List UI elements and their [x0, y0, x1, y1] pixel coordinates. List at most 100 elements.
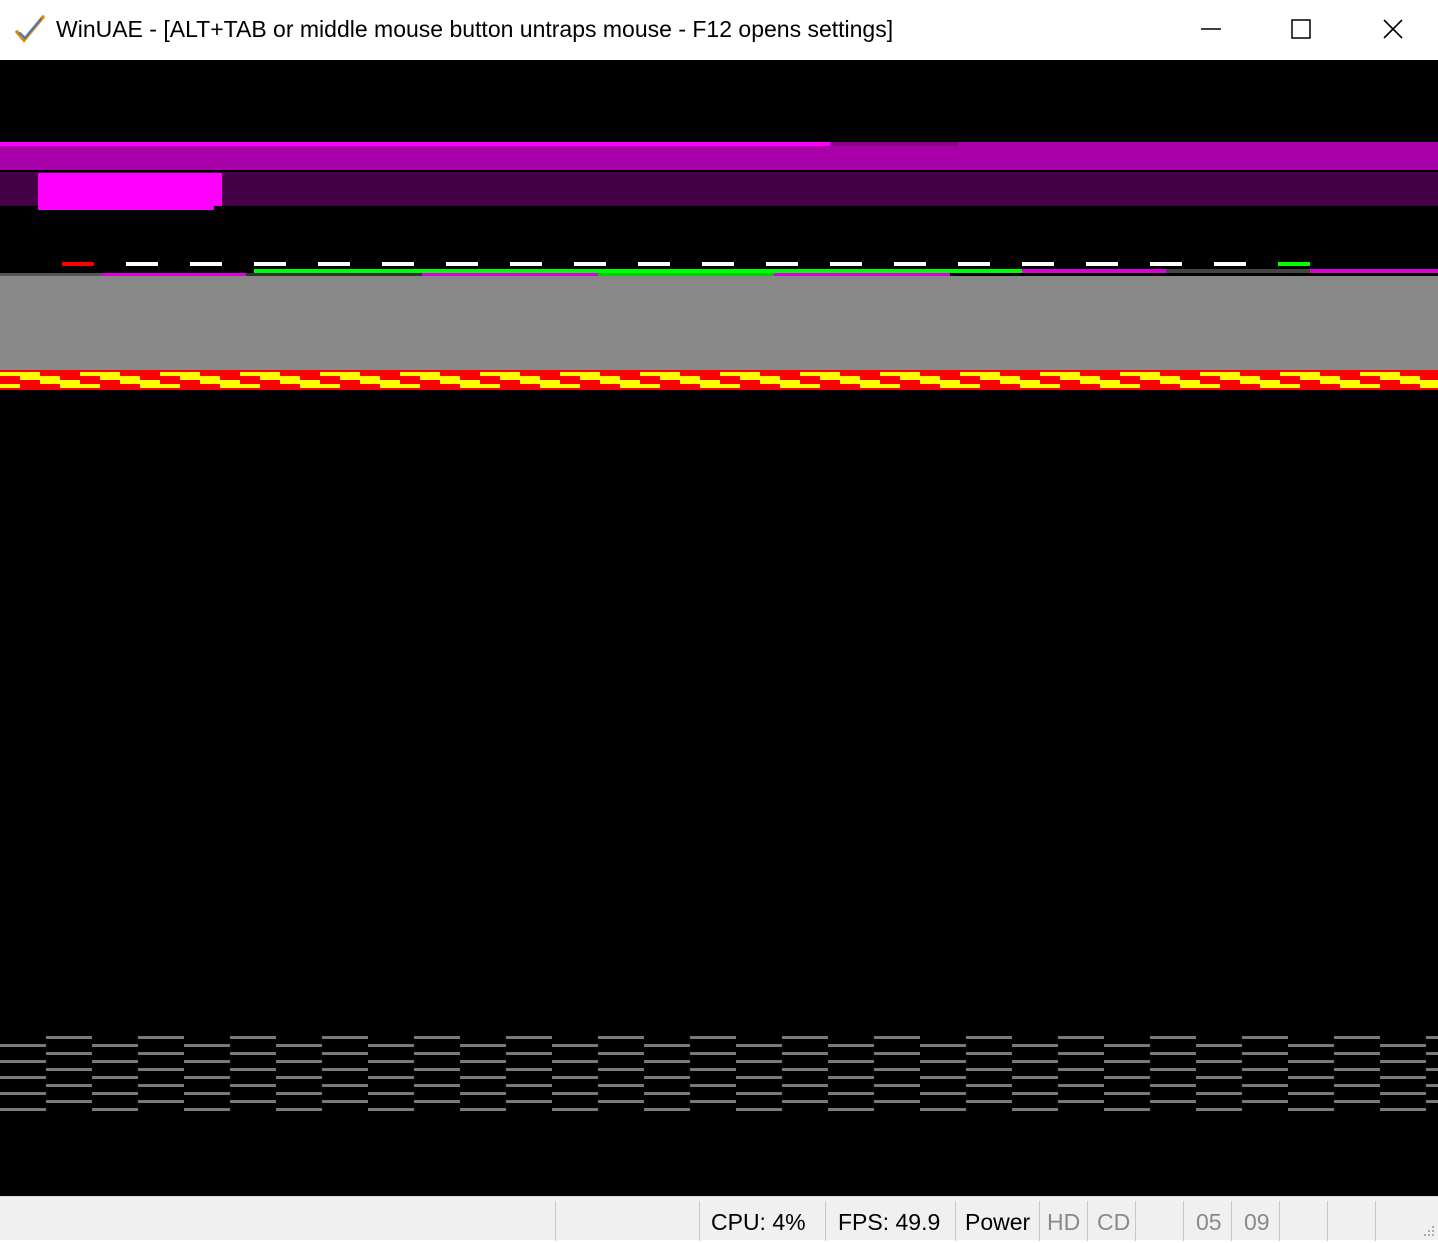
ground-line [966, 1036, 1012, 1039]
ground-line [184, 1044, 230, 1047]
kerb-stripe [1320, 380, 1360, 384]
minimize-icon [1201, 28, 1221, 30]
ground-line [966, 1068, 1012, 1071]
kerb-stripe [300, 384, 340, 388]
lane-marker [1150, 262, 1182, 266]
ground-line [1012, 1108, 1058, 1111]
lane-marker [830, 262, 862, 266]
ground-line [1242, 1036, 1288, 1039]
status-bar: CPU: 4% FPS: 49.9 Power HD CD 05 09 [0, 1196, 1438, 1241]
title-bar[interactable]: WinUAE - [ALT+TAB or middle mouse button… [0, 0, 1438, 60]
resize-grip-icon[interactable] [1420, 1222, 1436, 1238]
kerb-stripe [620, 384, 660, 388]
ground-line [184, 1060, 230, 1063]
ground-line [368, 1108, 414, 1111]
kerb-stripe [1000, 380, 1040, 384]
ground-line [0, 1092, 46, 1095]
ground-line [368, 1060, 414, 1063]
kerb-stripe [440, 380, 480, 384]
ground-line [828, 1060, 874, 1063]
ground-line [46, 1068, 92, 1071]
ground-line [598, 1084, 644, 1087]
ground-line [552, 1076, 598, 1079]
ground-line [230, 1068, 276, 1071]
ground-line [1012, 1092, 1058, 1095]
ground-line [0, 1060, 46, 1063]
kerb-stripe [400, 372, 440, 376]
lane-marker [894, 262, 926, 266]
kerb-stripe [260, 376, 300, 380]
kerb-stripe [20, 376, 60, 380]
road-edge-gray-3 [1166, 269, 1310, 273]
kerb-stripe [700, 384, 740, 388]
kerb-stripe [1280, 372, 1320, 376]
lane-marker [574, 262, 606, 266]
emulator-display[interactable] [0, 60, 1438, 1196]
drive-df1-status: 09 [1231, 1201, 1279, 1241]
kerb-stripe [1300, 376, 1340, 380]
ground-line [322, 1036, 368, 1039]
ground-line [736, 1092, 782, 1095]
lane-marker [1278, 262, 1310, 266]
ground-line [0, 1076, 46, 1079]
ground-line [828, 1076, 874, 1079]
ground-line [506, 1052, 552, 1055]
kerb-stripe [1400, 380, 1438, 384]
maximize-button[interactable] [1256, 0, 1346, 58]
close-button[interactable] [1348, 0, 1438, 58]
ground-line [92, 1060, 138, 1063]
ground-line [1288, 1076, 1334, 1079]
kerb-stripe [360, 380, 400, 384]
ground-line [506, 1068, 552, 1071]
ground-line [414, 1052, 460, 1055]
kerb-stripe [1340, 384, 1380, 388]
kerb-stripe [180, 376, 220, 380]
window-title: WinUAE - [ALT+TAB or middle mouse button… [56, 16, 894, 42]
kerb-stripe [460, 384, 500, 388]
ground-line [1058, 1100, 1104, 1103]
ground-line [46, 1100, 92, 1103]
ground-line [782, 1036, 828, 1039]
minimize-button[interactable] [1166, 0, 1256, 58]
lane-marker [702, 262, 734, 266]
lane-marker [318, 262, 350, 266]
lane-marker [510, 262, 542, 266]
kerb-stripe [1240, 380, 1280, 384]
ground-line [1288, 1108, 1334, 1111]
lane-marker [126, 262, 158, 266]
ground-line [138, 1036, 184, 1039]
ground-line [736, 1076, 782, 1079]
kerb-stripe [800, 372, 840, 376]
ground-line [322, 1084, 368, 1087]
lane-marker [62, 262, 94, 266]
drive-df2-status [1279, 1201, 1327, 1241]
kerb-stripe [960, 372, 1000, 376]
kerb-stripe [120, 380, 160, 384]
kerb-stripe [520, 380, 560, 384]
ground-line [230, 1100, 276, 1103]
kerb-stripe [480, 372, 520, 376]
ground-line [690, 1084, 736, 1087]
ground-line [460, 1044, 506, 1047]
ground-line [230, 1052, 276, 1055]
ground-line [1334, 1068, 1380, 1071]
hd-led: HD [1039, 1201, 1087, 1241]
ground-line [1242, 1100, 1288, 1103]
road-surface [0, 276, 1438, 370]
ground-line [1380, 1092, 1426, 1095]
kerb-stripe [780, 384, 820, 388]
horizon-highlight-step [38, 206, 214, 210]
ground-line [0, 1044, 46, 1047]
ground-line [1012, 1044, 1058, 1047]
kerb-stripe [1120, 372, 1160, 376]
ground-line [368, 1044, 414, 1047]
ground-line [460, 1092, 506, 1095]
road-edge-magenta-4 [1022, 269, 1166, 273]
ground-line [1058, 1084, 1104, 1087]
ground-line [1334, 1100, 1380, 1103]
ground-line [598, 1068, 644, 1071]
kerb-stripe [1420, 384, 1438, 388]
kerb-stripe [160, 372, 200, 376]
kerb-stripe [880, 372, 920, 376]
ground-line [920, 1092, 966, 1095]
